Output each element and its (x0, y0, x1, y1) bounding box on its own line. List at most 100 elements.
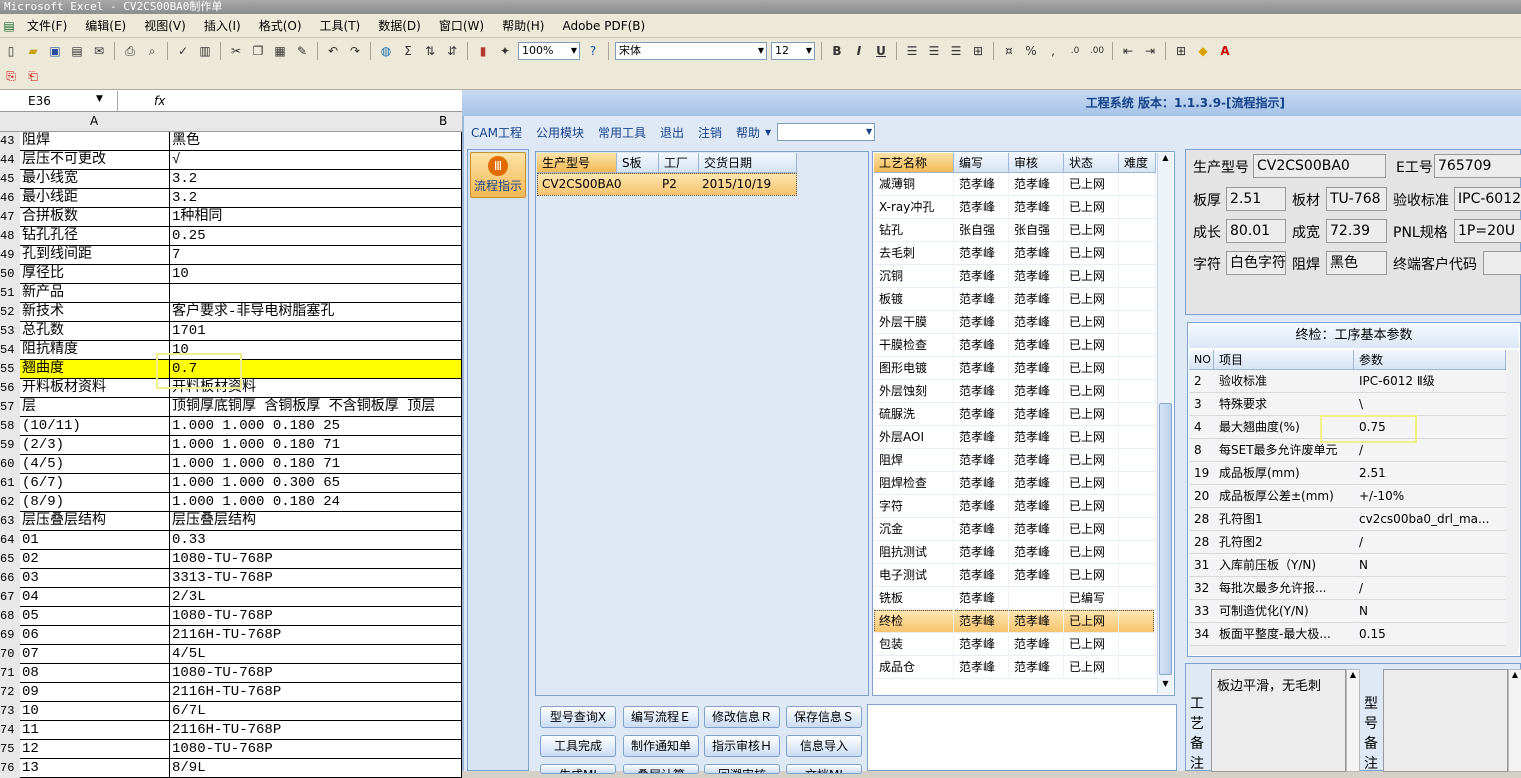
param-no[interactable]: 28 (1189, 508, 1214, 531)
cell-b[interactable]: 顶铜厚底铜厚 含铜板厚 不含铜板厚 顶层 (170, 398, 462, 417)
cell-b[interactable]: 1.000 1.000 0.180 71 (170, 455, 462, 474)
process-status[interactable]: 已上网 (1064, 403, 1119, 426)
row-header[interactable]: 65 (0, 550, 20, 569)
process-name[interactable]: 钻孔 (874, 219, 954, 242)
row-header[interactable]: 54 (0, 341, 20, 360)
row-header[interactable]: 74 (0, 721, 20, 740)
cell-a[interactable]: 03 (20, 569, 170, 588)
process-writer[interactable]: 范孝峰 (954, 311, 1009, 334)
menu-data[interactable]: 数据(D) (369, 17, 430, 34)
process-reviewer[interactable]: 范孝峰 (1009, 472, 1064, 495)
stack-calc-button[interactable]: 叠层计算 (623, 764, 699, 774)
param-value[interactable]: 0.15 (1354, 623, 1506, 646)
cell-a[interactable]: 02 (20, 550, 170, 569)
process-name[interactable]: 干膜检查 (874, 334, 954, 357)
cell-a[interactable]: 最小线宽 (20, 170, 170, 189)
scroll-down-icon[interactable]: ▼ (1159, 679, 1172, 694)
edit-info-button[interactable]: 修改信息Ｒ (704, 706, 780, 728)
undo-icon[interactable]: ↶ (324, 42, 342, 60)
scroll-thumb[interactable] (1159, 403, 1172, 675)
params-header-item[interactable]: 项目 (1214, 350, 1354, 370)
process-name[interactable]: 板镀 (874, 288, 954, 311)
process-reviewer[interactable]: 范孝峰 (1009, 288, 1064, 311)
param-value[interactable]: / (1354, 531, 1506, 554)
process-difficulty[interactable] (1119, 633, 1156, 656)
param-no[interactable]: 3 (1189, 393, 1214, 416)
align-center-icon[interactable]: ☰ (925, 42, 943, 60)
remark-scroll-up-icon[interactable]: ▲ (1346, 669, 1360, 772)
process-name[interactable]: 包装 (874, 633, 954, 656)
process-writer[interactable]: 范孝峰 (954, 173, 1009, 196)
row-header[interactable]: 44 (0, 151, 20, 170)
cell-b[interactable]: 1.000 1.000 0.180 24 (170, 493, 462, 512)
cell-a[interactable]: 10 (20, 702, 170, 721)
order-header-s[interactable]: S板 (617, 153, 659, 173)
model-remark-scroll-up-icon[interactable]: ▲ (1508, 669, 1521, 772)
process-writer[interactable]: 范孝峰 (954, 357, 1009, 380)
cell-a[interactable]: 阻抗精度 (20, 341, 170, 360)
process-writer[interactable]: 范孝峰 (954, 403, 1009, 426)
cell-b[interactable]: 3.2 (170, 189, 462, 208)
row-header[interactable]: 73 (0, 702, 20, 721)
process-reviewer[interactable]: 范孝峰 (1009, 334, 1064, 357)
cell-a[interactable]: 孔到线间距 (20, 246, 170, 265)
standard-field[interactable]: IPC-6012 (1454, 187, 1521, 211)
pnl-field[interactable]: 1P=20U (1454, 219, 1521, 243)
process-difficulty[interactable] (1119, 403, 1156, 426)
process-difficulty[interactable] (1119, 196, 1156, 219)
process-difficulty[interactable] (1119, 311, 1156, 334)
order-header-factory[interactable]: 工厂 (659, 153, 699, 173)
cell-b[interactable]: 2/3L (170, 588, 462, 607)
process-name[interactable]: 去毛刺 (874, 242, 954, 265)
process-status[interactable]: 已上网 (1064, 656, 1119, 679)
process-difficulty[interactable] (1119, 518, 1156, 541)
row-header[interactable]: 51 (0, 284, 20, 303)
param-no[interactable]: 31 (1189, 554, 1214, 577)
process-status[interactable]: 已上网 (1064, 265, 1119, 288)
row-header[interactable]: 47 (0, 208, 20, 227)
align-right-icon[interactable]: ☰ (947, 42, 965, 60)
row-header[interactable]: 71 (0, 664, 20, 683)
row-header[interactable]: 46 (0, 189, 20, 208)
process-status[interactable]: 已上网 (1064, 449, 1119, 472)
process-writer[interactable]: 范孝峰 (954, 196, 1009, 219)
process-status[interactable]: 已上网 (1064, 173, 1119, 196)
process-difficulty[interactable] (1119, 242, 1156, 265)
cell-b[interactable]: 1080-TU-768P (170, 550, 462, 569)
cell-a[interactable]: 11 (20, 721, 170, 740)
process-status[interactable]: 已上网 (1064, 564, 1119, 587)
row-header[interactable]: 57 (0, 398, 20, 417)
menu-adobe-pdf[interactable]: Adobe PDF(B) (553, 19, 654, 33)
cell-a[interactable]: 新产品 (20, 284, 170, 303)
cell-b[interactable]: 7 (170, 246, 462, 265)
open-icon[interactable]: ▰ (24, 42, 42, 60)
param-value[interactable]: +/-10% (1354, 485, 1506, 508)
process-writer[interactable]: 范孝峰 (954, 495, 1009, 518)
process-difficulty[interactable] (1119, 449, 1156, 472)
process-name[interactable]: 终检 (874, 610, 954, 633)
param-no[interactable]: 20 (1189, 485, 1214, 508)
order-header-model[interactable]: 生产型号 (537, 153, 617, 173)
row-header[interactable]: 69 (0, 626, 20, 645)
model-query-button[interactable]: 型号查询Ⅹ (540, 706, 616, 728)
menu-common-module[interactable]: 公用模块 (529, 124, 591, 141)
chevron-down-icon[interactable]: ▼ (96, 94, 103, 104)
decrease-indent-icon[interactable]: ⇤ (1119, 42, 1137, 60)
process-header-writer[interactable]: 编写 (954, 153, 1009, 173)
cell-b[interactable]: 8/9L (170, 759, 462, 778)
menu-tools[interactable]: 工具(T) (311, 17, 370, 34)
font-select[interactable]: 宋体 ▼ (615, 42, 767, 60)
cell-b[interactable]: 2116H-TU-768P (170, 721, 462, 740)
process-status[interactable]: 已上网 (1064, 380, 1119, 403)
process-name[interactable]: 电子测试 (874, 564, 954, 587)
process-difficulty[interactable] (1119, 495, 1156, 518)
param-value[interactable]: IPC-6012 Ⅱ级 (1354, 370, 1506, 393)
doc-mi-button[interactable]: 文档MI (786, 764, 862, 774)
row-header[interactable]: 76 (0, 759, 20, 778)
process-writer[interactable]: 范孝峰 (954, 426, 1009, 449)
info-import-button[interactable]: 信息导入 (786, 735, 862, 757)
cell-a[interactable]: 总孔数 (20, 322, 170, 341)
param-item[interactable]: 孔符图1 (1214, 508, 1354, 531)
process-reviewer[interactable]: 范孝峰 (1009, 196, 1064, 219)
process-reviewer[interactable]: 范孝峰 (1009, 610, 1064, 633)
